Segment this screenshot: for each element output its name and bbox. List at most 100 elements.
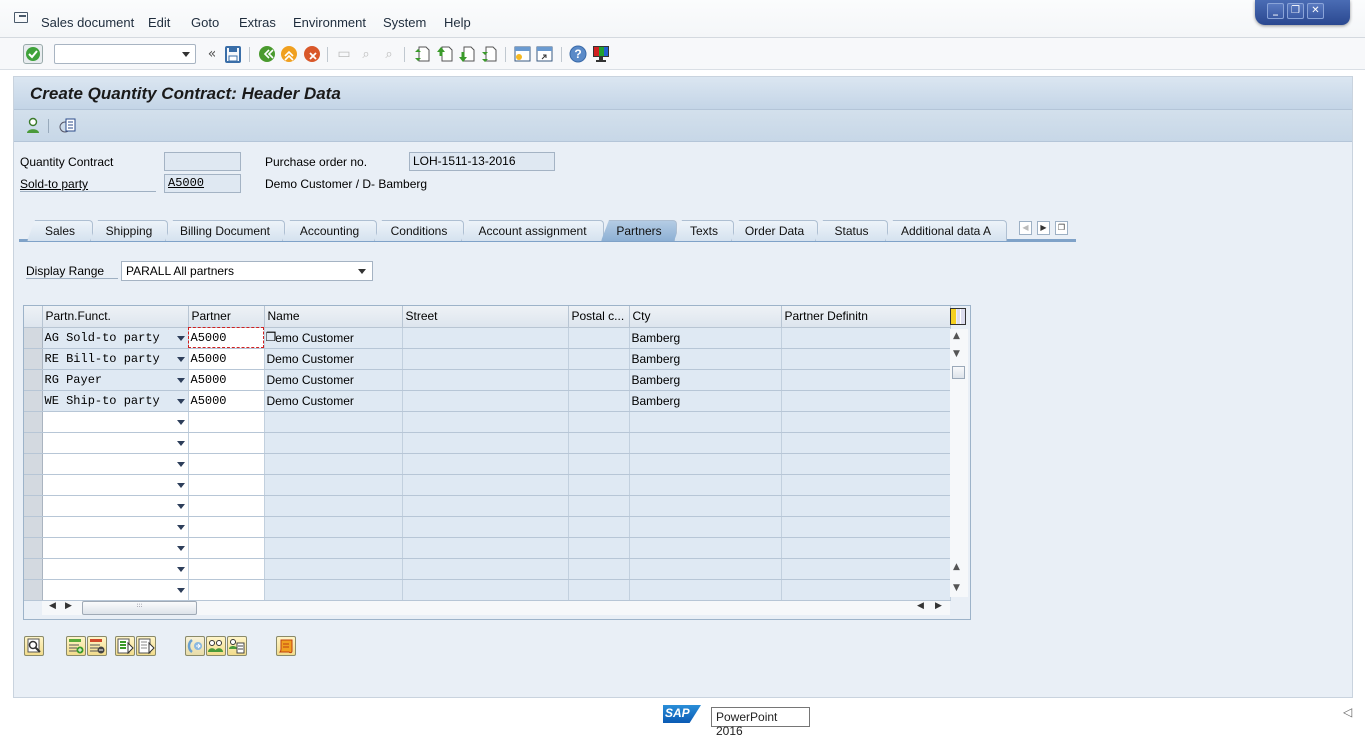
cell-partner[interactable]: A5000 [188, 327, 265, 349]
row-selector[interactable] [24, 579, 43, 601]
cell-partner-function[interactable] [42, 453, 189, 475]
menu-extras[interactable]: Extras [239, 15, 276, 30]
tab-sales[interactable]: Sales [27, 220, 93, 241]
window-vertical-scrollbar[interactable] [1352, 76, 1365, 698]
column-header-partner-function[interactable]: Partn.Funct. [42, 306, 189, 328]
tab-shipping[interactable]: Shipping [90, 220, 168, 241]
column-header-partner[interactable]: Partner [188, 306, 265, 328]
cell-partner-function[interactable] [42, 474, 189, 496]
row-selector[interactable] [24, 390, 43, 412]
chevron-down-icon[interactable] [176, 503, 185, 509]
cell-partner[interactable]: A5000 [188, 390, 265, 412]
sold-to-party-label[interactable]: Sold-to party [20, 177, 156, 192]
find-next-button[interactable]: ⌕ [380, 45, 398, 63]
row-selector[interactable] [24, 495, 43, 517]
cell-partner-function[interactable] [42, 411, 189, 433]
column-header-street[interactable]: Street [402, 306, 569, 328]
scroll-up-icon[interactable]: ▲ [953, 562, 960, 572]
document-flow-button[interactable] [59, 117, 77, 137]
menu-goto[interactable]: Goto [191, 15, 219, 30]
scroll-down-icon[interactable]: ▼ [953, 583, 960, 593]
partner-button[interactable] [26, 117, 40, 137]
column-layout-button[interactable] [950, 308, 966, 325]
sold-to-party-field[interactable]: A5000 [164, 174, 241, 193]
table-horizontal-scrollbar[interactable]: ◀ ▶ ::: ◀ ▶ [42, 601, 950, 615]
customize-layout-button[interactable] [592, 45, 610, 63]
row-selector[interactable] [24, 411, 43, 433]
command-field[interactable] [54, 44, 196, 64]
tab-scroll-right-button[interactable]: ▶ [1037, 221, 1050, 235]
minimize-button[interactable]: _ [1267, 3, 1284, 19]
cell-partner-function[interactable] [42, 495, 189, 517]
chevron-down-icon[interactable] [176, 482, 185, 488]
partner-detail-button[interactable] [227, 636, 247, 656]
row-selector[interactable] [24, 369, 43, 391]
hide-command-field-button[interactable]: « [203, 45, 221, 63]
cell-partner-function[interactable]: AG Sold-to party [42, 327, 189, 349]
chevron-down-icon[interactable] [176, 335, 185, 341]
next-page-button[interactable] [458, 45, 476, 63]
scroll-left-icon[interactable]: ◀ [49, 601, 56, 611]
menu-help[interactable]: Help [444, 15, 471, 30]
row-selector[interactable] [24, 453, 43, 475]
cell-partner[interactable] [188, 474, 265, 496]
row-selector[interactable] [24, 537, 43, 559]
cell-partner[interactable] [188, 495, 265, 517]
chevron-down-icon[interactable] [176, 440, 185, 446]
cell-partner-function[interactable] [42, 537, 189, 559]
tab-partners[interactable]: Partners [601, 220, 677, 241]
cell-partner-function[interactable]: RE Bill-to party [42, 348, 189, 370]
tab-accounting[interactable]: Accounting [282, 220, 377, 241]
menu-sales-document[interactable]: Sales document [41, 15, 134, 30]
shortcut-button[interactable] [535, 45, 553, 63]
scroll-down-icon[interactable]: ▼ [953, 349, 960, 359]
cell-partner[interactable] [188, 516, 265, 538]
close-button[interactable]: ✕ [1307, 3, 1324, 19]
row-selector[interactable] [24, 327, 43, 349]
find-button[interactable]: ⌕ [357, 45, 375, 63]
deselect-all-button[interactable] [136, 636, 156, 656]
chevron-down-icon[interactable] [176, 356, 185, 362]
row-selector[interactable] [24, 348, 43, 370]
cell-partner-function[interactable] [42, 516, 189, 538]
quantity-contract-field[interactable] [164, 152, 241, 171]
cell-partner-function[interactable] [42, 432, 189, 454]
select-all-button[interactable] [115, 636, 135, 656]
column-header-name[interactable]: Name [264, 306, 403, 328]
cell-partner[interactable] [188, 453, 265, 475]
scroll-left-icon[interactable]: ◀ [917, 601, 924, 611]
chevron-down-icon[interactable] [176, 524, 185, 530]
tab-scroll-left-button[interactable]: ◀ [1019, 221, 1032, 235]
tab-additional-data-a[interactable]: Additional data A [885, 220, 1007, 241]
save-button[interactable] [224, 45, 242, 63]
status-bar-toggle-icon[interactable]: ◁ [1343, 705, 1352, 719]
tab-billing-document[interactable]: Billing Document [165, 220, 285, 241]
cell-partner-function[interactable]: WE Ship-to party [42, 390, 189, 412]
chevron-down-icon[interactable] [176, 419, 185, 425]
tab-list-button[interactable]: ❐ [1055, 221, 1068, 235]
insert-row-button[interactable] [66, 636, 86, 656]
select-all-column[interactable] [24, 306, 43, 328]
tab-texts[interactable]: Texts [674, 220, 734, 241]
table-vertical-scrollbar[interactable]: ▲ ▼ ▲ ▼ [950, 329, 968, 597]
chevron-down-icon[interactable] [176, 461, 185, 467]
system-menu-icon[interactable] [14, 12, 28, 23]
chevron-down-icon[interactable] [176, 545, 185, 551]
back-button[interactable] [258, 45, 276, 63]
display-range-select[interactable]: PARALL All partners [121, 261, 373, 281]
chevron-down-icon[interactable] [176, 398, 185, 404]
cell-partner[interactable]: A5000 [188, 369, 265, 391]
column-header-city[interactable]: Cty [629, 306, 782, 328]
enter-button[interactable] [23, 44, 43, 64]
purchase-order-field[interactable]: LOH-1511-13-2016 [409, 152, 555, 171]
partner-call-button[interactable] [185, 636, 205, 656]
print-button[interactable]: ▭ [335, 45, 353, 63]
cell-partner[interactable] [188, 537, 265, 559]
chevron-down-icon[interactable] [176, 587, 185, 593]
exit-button[interactable] [280, 45, 298, 63]
menu-system[interactable]: System [383, 15, 426, 30]
first-page-button[interactable] [413, 45, 431, 63]
column-header-postal-code[interactable]: Postal c... [568, 306, 630, 328]
tab-status[interactable]: Status [815, 220, 888, 241]
cell-partner[interactable] [188, 432, 265, 454]
